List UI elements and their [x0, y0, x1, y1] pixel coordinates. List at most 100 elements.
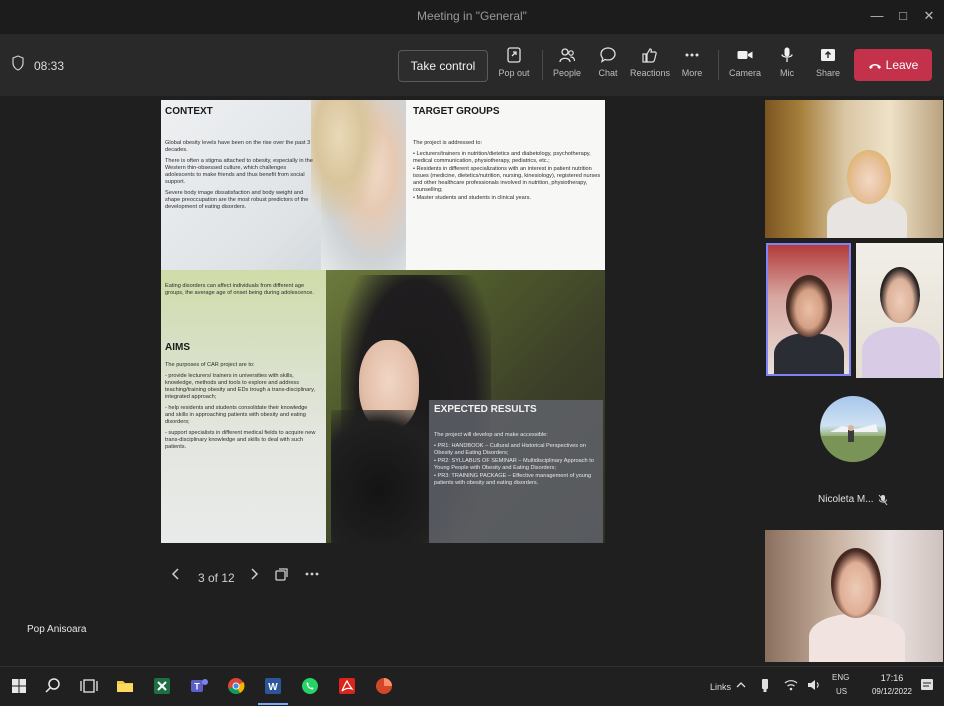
chevron-right-icon	[251, 568, 259, 580]
mic-label: Mic	[780, 68, 794, 78]
language-indicator[interactable]: ENG	[832, 673, 849, 682]
meeting-toolbar: 08:33 Take control Pop out People Chat R…	[0, 34, 944, 96]
share-button[interactable]: Share	[808, 46, 848, 88]
file-explorer-icon[interactable]	[114, 675, 136, 697]
more-label: More	[681, 68, 703, 78]
leave-button[interactable]: Leave	[854, 49, 932, 81]
pop-out-button[interactable]: Pop out	[494, 46, 534, 88]
aims-text: The purposes of CAR project are to: - pr…	[165, 362, 317, 455]
clock-time[interactable]: 17:16	[868, 673, 916, 683]
wifi-icon[interactable]	[783, 677, 799, 693]
expected-results-title: EXPECTED RESULTS	[434, 404, 537, 415]
chat-button[interactable]: Chat	[588, 46, 628, 88]
aims-intro: The purposes of CAR project are to:	[165, 362, 255, 368]
expected-result-item: • PR1: HANDBOOK – Cultural and Historica…	[434, 443, 586, 456]
mic-button[interactable]: Mic	[767, 46, 807, 88]
participant-face	[847, 150, 891, 204]
share-icon	[821, 49, 835, 61]
camera-icon	[737, 51, 753, 59]
next-slide-button[interactable]	[244, 566, 264, 588]
task-view-icon[interactable]	[78, 675, 100, 697]
aims-item: - help residents and students consolidat…	[165, 405, 308, 425]
notifications-icon[interactable]	[918, 676, 936, 694]
phone-hangup-icon	[868, 63, 881, 69]
participant-video-tile[interactable]	[856, 243, 943, 378]
more-icon	[685, 53, 699, 57]
participant-video-tile[interactable]	[765, 530, 943, 662]
expected-results-intro: The project will develop and make access…	[434, 432, 548, 438]
chrome-icon[interactable]	[225, 675, 247, 697]
mic-off-icon	[878, 494, 888, 506]
close-icon[interactable]: ✕	[918, 6, 940, 26]
camera-button[interactable]: Camera	[725, 46, 765, 88]
mic-icon	[781, 47, 793, 62]
excel-icon[interactable]	[151, 675, 173, 697]
pop-out-label: Pop out	[498, 68, 530, 78]
target-group-item: • Residents in different specializations…	[413, 166, 601, 193]
more-button[interactable]: More	[672, 46, 712, 88]
search-icon[interactable]	[42, 675, 64, 697]
target-group-item: • Lecturers/trainers in nutrition/dietet…	[413, 151, 591, 164]
more-icon	[305, 572, 319, 576]
participant-face	[786, 275, 832, 337]
expected-results-text: The project will develop and make access…	[434, 432, 600, 491]
camera-label: Camera	[728, 68, 761, 78]
volume-icon[interactable]	[806, 677, 822, 693]
toolbar-divider	[542, 50, 543, 80]
expected-result-item: • PR2: SYLLABUS OF SEMINAR – Multidiscip…	[434, 458, 594, 471]
meeting-timer: 08:33	[34, 59, 65, 73]
avatar-photo	[820, 424, 886, 462]
previous-slide-button[interactable]	[166, 566, 186, 588]
teams-icon[interactable]: T	[188, 675, 210, 697]
maximize-icon[interactable]: □	[892, 6, 914, 26]
title-bar: Meeting in "General" — □ ✕	[0, 0, 944, 34]
target-groups-text: The project is addressed to: • Lecturers…	[413, 140, 601, 206]
participant-body	[862, 327, 940, 378]
participant-body	[774, 333, 844, 374]
aims-title: AIMS	[165, 342, 190, 353]
shield-icon	[12, 55, 24, 71]
target-groups-title: TARGET GROUPS	[413, 106, 500, 117]
links-toolbar[interactable]: Links	[710, 682, 731, 692]
participant-avatar[interactable]	[820, 396, 886, 462]
take-control-button[interactable]: Take control	[398, 50, 488, 82]
slide-more-button[interactable]	[302, 566, 322, 588]
participant-video-tile-active-speaker[interactable]	[766, 243, 851, 376]
slide-photo-hair	[311, 100, 381, 220]
people-label: People	[552, 68, 582, 78]
acrobat-icon[interactable]	[336, 675, 358, 697]
slide-page-counter: 3 of 12	[198, 571, 235, 585]
shared-presentation-slide: CONTEXT Global obesity levels have been …	[161, 100, 605, 543]
participant-name: Nicoleta M...	[818, 494, 874, 505]
toolbar-divider	[718, 50, 719, 80]
word-icon[interactable]: W	[262, 675, 284, 697]
chevron-up-icon[interactable]	[734, 678, 748, 692]
usb-drive-icon[interactable]	[758, 677, 772, 693]
minimize-icon[interactable]: —	[866, 6, 888, 26]
participant-body	[809, 614, 905, 662]
meeting-stage: CONTEXT Global obesity levels have been …	[0, 96, 944, 666]
participant-video-tile[interactable]	[765, 100, 943, 238]
whatsapp-icon[interactable]	[299, 675, 321, 697]
teams-meeting-window: Meeting in "General" — □ ✕ 08:33 Take co…	[0, 0, 944, 706]
chat-icon	[600, 47, 616, 63]
windows-start-icon[interactable]	[8, 675, 30, 697]
participant-face	[831, 548, 881, 618]
slide-sorter-button[interactable]	[272, 566, 292, 588]
reactions-button[interactable]: Reactions	[630, 46, 670, 88]
chevron-left-icon	[171, 568, 179, 580]
context-text: Global obesity levels have been on the r…	[165, 140, 315, 215]
context-paragraph: There is often a stigma attached to obes…	[165, 158, 313, 185]
target-groups-intro: The project is addressed to:	[413, 140, 483, 146]
presenter-name: Pop Anisoara	[27, 624, 87, 635]
context-onset-text: Eating disorders can affect individuals …	[165, 283, 314, 296]
people-button[interactable]: People	[547, 46, 587, 88]
expected-result-item: • PR3: TRAINING PACKAGE – Effective mana…	[434, 473, 592, 486]
powerpoint-icon[interactable]	[373, 675, 395, 697]
target-group-item: • Master students and students in clinic…	[413, 195, 531, 201]
aims-item: - support specialists in different medic…	[165, 430, 316, 450]
windows-taskbar: T W Links ENG US 17:16 09/12/2022	[0, 666, 944, 706]
clock-date[interactable]: 09/12/2022	[866, 687, 918, 696]
context-title: CONTEXT	[165, 106, 213, 117]
region-indicator[interactable]: US	[836, 687, 847, 696]
